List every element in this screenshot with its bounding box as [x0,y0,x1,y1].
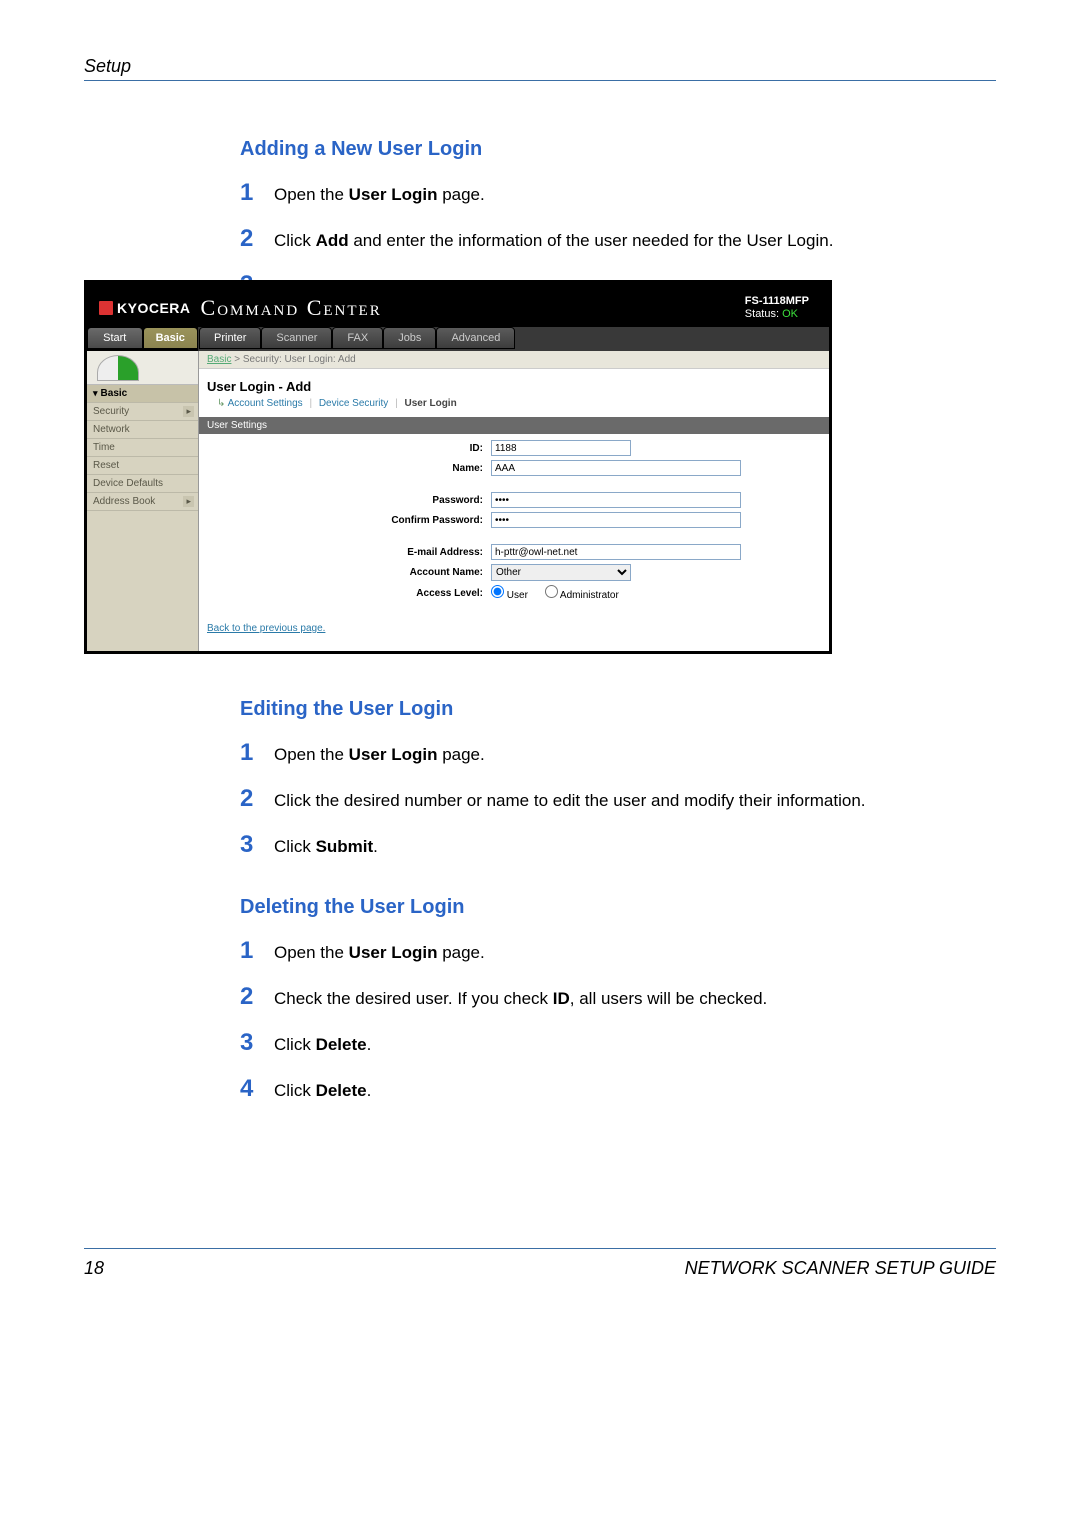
user-settings-form: ID: Name: Password: Confirm Password: [199,434,829,617]
step-number: 1 [240,739,274,785]
kyocera-logo-icon [99,301,113,315]
status-gauge-icon [87,351,198,385]
tab-jobs[interactable]: Jobs [383,327,436,349]
sidebar-item-basic[interactable]: Basic [87,385,198,403]
tab-basic[interactable]: Basic [143,327,199,349]
current-user-login: User Login [404,398,456,409]
section-user-settings: User Settings [199,417,829,434]
step-text: Click Delete. [274,1029,767,1075]
label-access-level: Access Level: [211,588,491,599]
sidebar-item-address-book[interactable]: Address Book▸ [87,493,198,511]
label-email: E-mail Address: [211,547,491,558]
step-number: 3 [240,1029,274,1075]
steps-editing: 1 Open the User Login page. 2 Click the … [240,739,866,877]
tab-fax[interactable]: FAX [332,327,383,349]
sidebar-item-device-defaults[interactable]: Device Defaults [87,475,198,493]
step-number: 1 [240,179,274,225]
label-id: ID: [211,443,491,454]
chevron-right-icon: ▸ [183,406,194,417]
arrow-icon: ↳ [217,398,228,409]
step-text: Open the User Login page. [274,179,833,225]
panel-sublinks: ↳ Account Settings | Device Security | U… [199,396,829,417]
label-password: Password: [211,495,491,506]
step-number: 4 [240,1075,274,1121]
device-status: FS-1118MFP Status: OK [745,295,817,321]
step-number: 2 [240,983,274,1029]
id-field[interactable] [491,440,631,456]
step-text: Click the desired number or name to edit… [274,785,866,831]
back-link[interactable]: Back to the previous page. [207,623,325,634]
password-field[interactable] [491,492,741,508]
sidebar-item-reset[interactable]: Reset [87,457,198,475]
name-field[interactable] [491,460,741,476]
tab-advanced[interactable]: Advanced [436,327,515,349]
heading-editing: Editing the User Login [240,698,996,721]
divider-bottom [84,1248,996,1249]
heading-deleting: Deleting the User Login [240,896,996,919]
link-device-security[interactable]: Device Security [319,398,388,409]
brand-kyocera: KYOCERA [117,300,191,316]
breadcrumb-basic-link[interactable]: Basic [207,354,231,365]
main-panel: Basic > Security: User Login: Add User L… [199,351,829,651]
tab-start[interactable]: Start [87,327,143,349]
step-number: 1 [240,937,274,983]
sidebar: Basic Security▸ Network Time Reset Devic… [87,351,199,651]
sidebar-item-security[interactable]: Security▸ [87,403,198,421]
step-text: Open the User Login page. [274,937,767,983]
page-section-header: Setup [84,56,131,77]
step-text: Click Delete. [274,1075,767,1121]
sidebar-item-time[interactable]: Time [87,439,198,457]
link-account-settings[interactable]: Account Settings [228,398,303,409]
radio-administrator[interactable] [545,585,558,598]
step-text: Click Add and enter the information of t… [274,225,833,271]
tab-printer[interactable]: Printer [199,327,261,349]
heading-adding: Adding a New User Login [240,138,996,161]
tab-scanner[interactable]: Scanner [261,327,332,349]
confirm-password-field[interactable] [491,512,741,528]
step-text: Open the User Login page. [274,739,866,785]
label-confirm-password: Confirm Password: [211,515,491,526]
label-account-name: Account Name: [211,567,491,578]
app-header: KYOCERA Command Center FS-1118MFP Status… [87,283,829,327]
label-name: Name: [211,463,491,474]
command-center-screenshot: KYOCERA Command Center FS-1118MFP Status… [84,280,832,654]
breadcrumb: Basic > Security: User Login: Add [199,351,829,369]
step-text: Check the desired user. If you check ID,… [274,983,767,1029]
step-number: 2 [240,225,274,271]
account-name-select[interactable]: Other [491,564,631,581]
steps-deleting: 1 Open the User Login page. 2 Check the … [240,937,767,1121]
footer-guide-title: NETWORK SCANNER SETUP GUIDE [685,1258,996,1279]
divider-top [84,80,996,81]
radio-user[interactable] [491,585,504,598]
page-number: 18 [84,1258,104,1279]
step-number: 2 [240,785,274,831]
chevron-right-icon: ▸ [183,496,194,507]
sidebar-item-network[interactable]: Network [87,421,198,439]
panel-title: User Login - Add [199,369,829,396]
email-field[interactable] [491,544,741,560]
brand-command-center: Command Center [201,295,382,321]
